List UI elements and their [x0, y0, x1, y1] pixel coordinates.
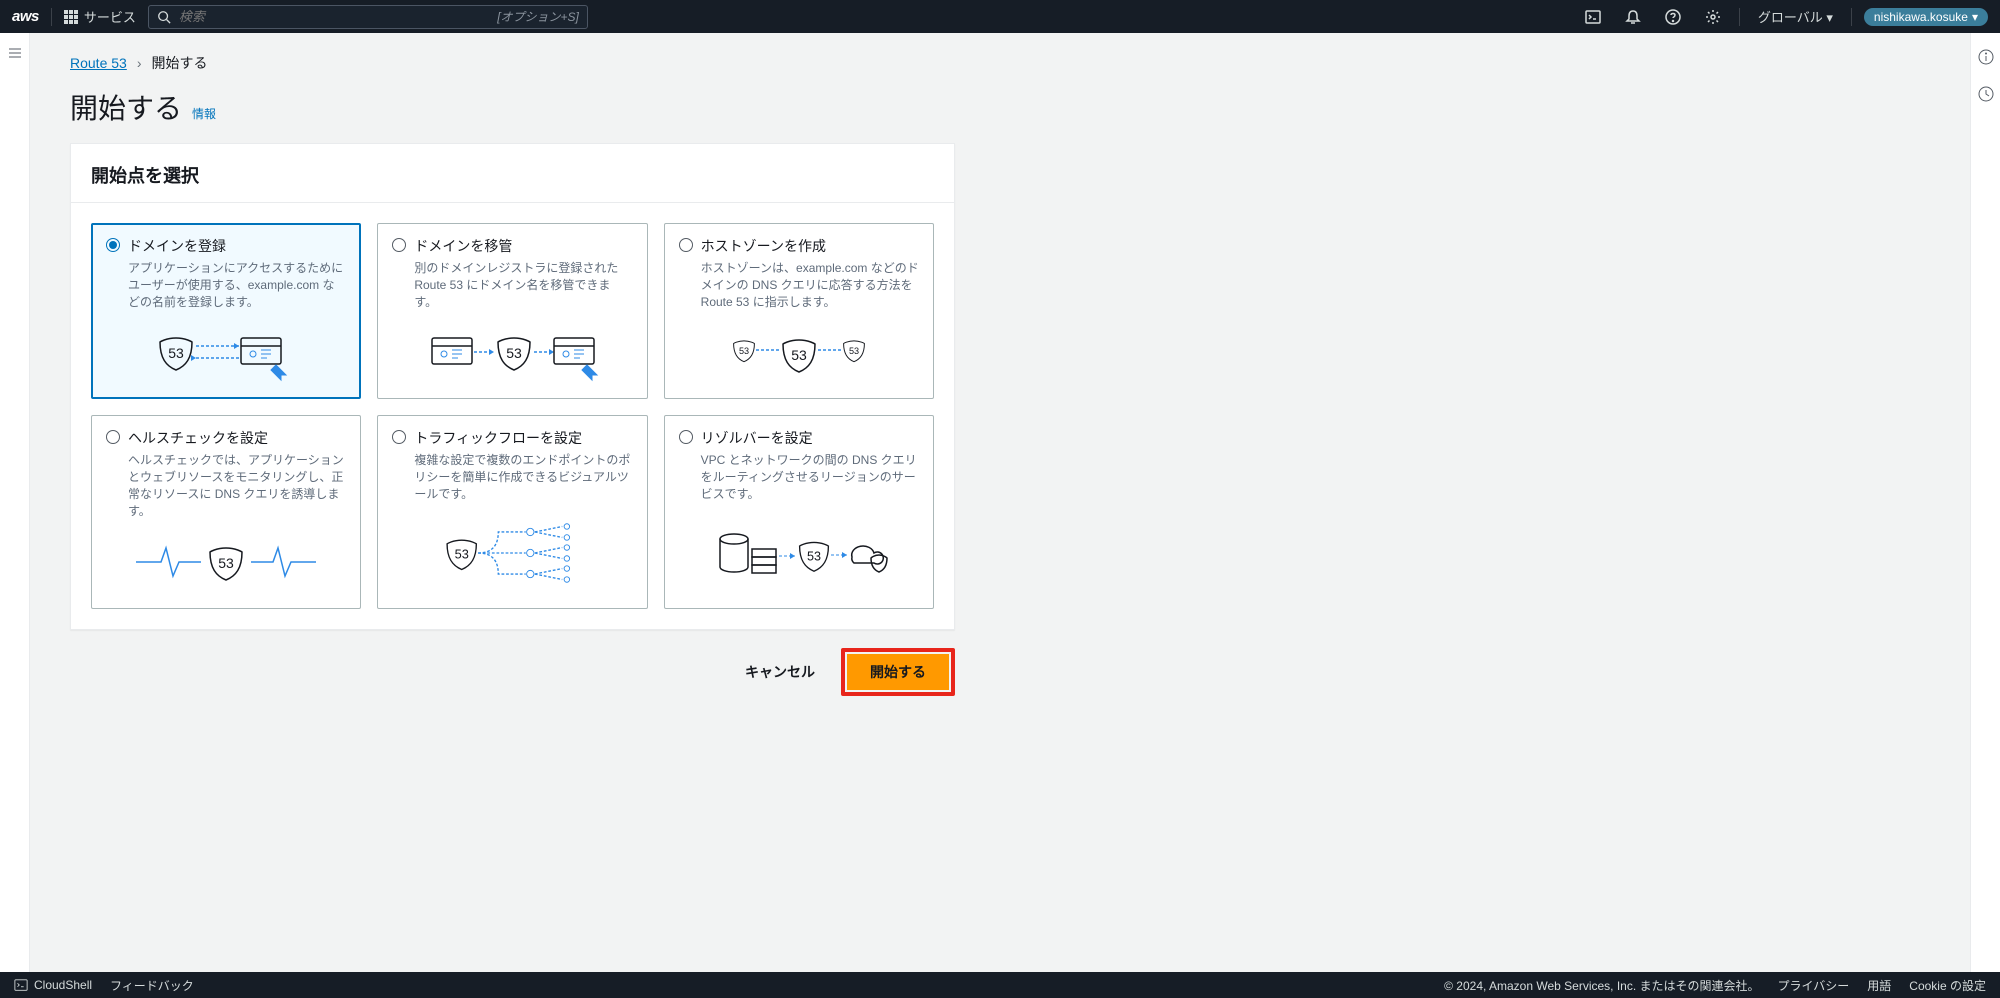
option-title: ドメインを登録	[128, 236, 226, 256]
option-description: 複雑な設定で複数のエンドポイントのポリシーを簡単に作成できるビジュアルツールです…	[392, 452, 632, 502]
breadcrumb: Route 53 › 開始する	[70, 45, 1930, 87]
svg-text:53: 53	[507, 345, 523, 361]
option-title: ドメインを移管	[414, 236, 512, 256]
nav-divider	[51, 8, 52, 26]
footer: CloudShell フィードバック © 2024, Amazon Web Se…	[0, 972, 2000, 998]
radio-icon	[679, 238, 693, 252]
option-title: ヘルスチェックを設定	[128, 428, 268, 448]
nav-divider	[1851, 8, 1852, 26]
cloudshell-icon	[14, 978, 28, 992]
svg-text:53: 53	[791, 347, 807, 363]
footer-cloudshell[interactable]: CloudShell	[14, 978, 92, 992]
option-description: ホストゾーンは、example.com などのドメインの DNS クエリに応答す…	[679, 260, 919, 310]
option-title: トラフィックフローを設定	[414, 428, 582, 448]
option-description: アプリケーションにアクセスするためにユーザーが使用する、example.com …	[106, 260, 346, 310]
nav-divider	[1739, 8, 1740, 26]
radio-icon	[392, 430, 406, 444]
notifications-button[interactable]	[1619, 3, 1647, 31]
option-configure-resolver[interactable]: リゾルバーを設定 VPC とネットワークの間の DNS クエリをルーティングさせ…	[664, 415, 934, 608]
option-description: ヘルスチェックでは、アプリケーションとウェブリソースをモニタリングし、正常なリソ…	[106, 452, 346, 519]
footer-terms[interactable]: 用語	[1867, 977, 1891, 994]
footer-feedback[interactable]: フィードバック	[110, 977, 194, 994]
services-label: サービス	[84, 7, 136, 26]
option-illustration: 53	[106, 310, 346, 384]
highlight-annotation: 開始する	[841, 648, 955, 696]
activity-panel-toggle[interactable]	[1978, 86, 1994, 105]
cloudshell-icon-button[interactable]	[1579, 3, 1607, 31]
svg-text:53: 53	[807, 550, 821, 564]
option-create-hosted-zone[interactable]: ホストゾーンを作成 ホストゾーンは、example.com などのドメインの D…	[664, 223, 934, 399]
services-button[interactable]: サービス	[64, 7, 136, 26]
footer-privacy[interactable]: プライバシー	[1778, 977, 1850, 994]
search-icon	[157, 10, 171, 24]
option-illustration: 53	[106, 520, 346, 594]
search-shortcut: [オプション+S]	[497, 8, 579, 25]
option-register-domain[interactable]: ドメインを登録 アプリケーションにアクセスするためにユーザーが使用する、exam…	[91, 223, 361, 399]
cloudshell-icon	[1585, 9, 1601, 25]
start-panel: 開始点を選択 ドメインを登録 アプリケーションにアクセスするためにユーザーが使用…	[70, 143, 955, 630]
svg-text:53: 53	[168, 345, 184, 361]
user-menu[interactable]: nishikawa.kosuke ▾	[1864, 8, 1988, 26]
info-icon	[1978, 49, 1994, 65]
radio-icon	[106, 430, 120, 444]
search-input[interactable]	[179, 9, 489, 24]
hamburger-icon	[7, 45, 23, 61]
panel-title: 開始点を選択	[91, 162, 934, 188]
chevron-down-icon: ▾	[1826, 10, 1833, 25]
aws-logo[interactable]: aws	[12, 8, 39, 25]
clock-icon	[1978, 86, 1994, 102]
option-description: VPC とネットワークの間の DNS クエリをルーティングさせるリージョンのサー…	[679, 452, 919, 502]
footer-copyright: © 2024, Amazon Web Services, Inc. またはその関…	[1444, 977, 1759, 994]
option-description: 別のドメインレジストラに登録された Route 53 にドメイン名を移管できます…	[392, 260, 632, 310]
left-rail	[0, 33, 30, 972]
region-selector[interactable]: グローバル ▾	[1752, 7, 1839, 26]
option-configure-health-check[interactable]: ヘルスチェックを設定 ヘルスチェックでは、アプリケーションとウェブリソースをモニ…	[91, 415, 361, 608]
start-button[interactable]: 開始する	[847, 654, 949, 690]
settings-button[interactable]	[1699, 3, 1727, 31]
svg-text:53: 53	[455, 547, 469, 562]
cancel-button[interactable]: キャンセル	[729, 654, 831, 690]
option-illustration: 53	[392, 310, 632, 384]
breadcrumb-current: 開始する	[152, 53, 208, 73]
page-title: 開始する	[70, 87, 182, 127]
option-transfer-domain[interactable]: ドメインを移管 別のドメインレジストラに登録された Route 53 にドメイン…	[377, 223, 647, 399]
gear-icon	[1705, 9, 1721, 25]
option-title: リゾルバーを設定	[701, 428, 813, 448]
radio-icon	[106, 238, 120, 252]
bell-icon	[1625, 9, 1641, 25]
option-illustration: 53	[679, 503, 919, 594]
right-rail	[1970, 33, 2000, 972]
grid-icon	[64, 10, 78, 24]
info-panel-toggle[interactable]	[1978, 49, 1994, 68]
footer-cookie[interactable]: Cookie の設定	[1909, 977, 1986, 994]
radio-icon	[679, 430, 693, 444]
search-box[interactable]: [オプション+S]	[148, 5, 588, 29]
svg-text:53: 53	[739, 346, 749, 356]
chevron-down-icon: ▾	[1972, 10, 1978, 24]
radio-icon	[392, 238, 406, 252]
option-configure-traffic-flow[interactable]: トラフィックフローを設定 複雑な設定で複数のエンドポイントのポリシーを簡単に作成…	[377, 415, 647, 608]
help-button[interactable]	[1659, 3, 1687, 31]
option-title: ホストゾーンを作成	[701, 236, 826, 256]
svg-text:53: 53	[849, 346, 859, 356]
breadcrumb-root-link[interactable]: Route 53	[70, 55, 127, 71]
menu-toggle[interactable]	[7, 45, 23, 64]
option-illustration: 53 53 53	[679, 310, 919, 384]
svg-text:53: 53	[218, 555, 234, 571]
chevron-right-icon: ›	[137, 55, 142, 71]
top-nav: aws サービス [オプション+S] グローバル ▾ nishikawa.kos…	[0, 0, 2000, 33]
info-link[interactable]: 情報	[192, 105, 216, 122]
help-icon	[1665, 9, 1681, 25]
option-illustration: 53	[392, 503, 632, 594]
main-content: Route 53 › 開始する 開始する 情報 開始点を選択 ドメインを登録 ア…	[30, 33, 1970, 972]
